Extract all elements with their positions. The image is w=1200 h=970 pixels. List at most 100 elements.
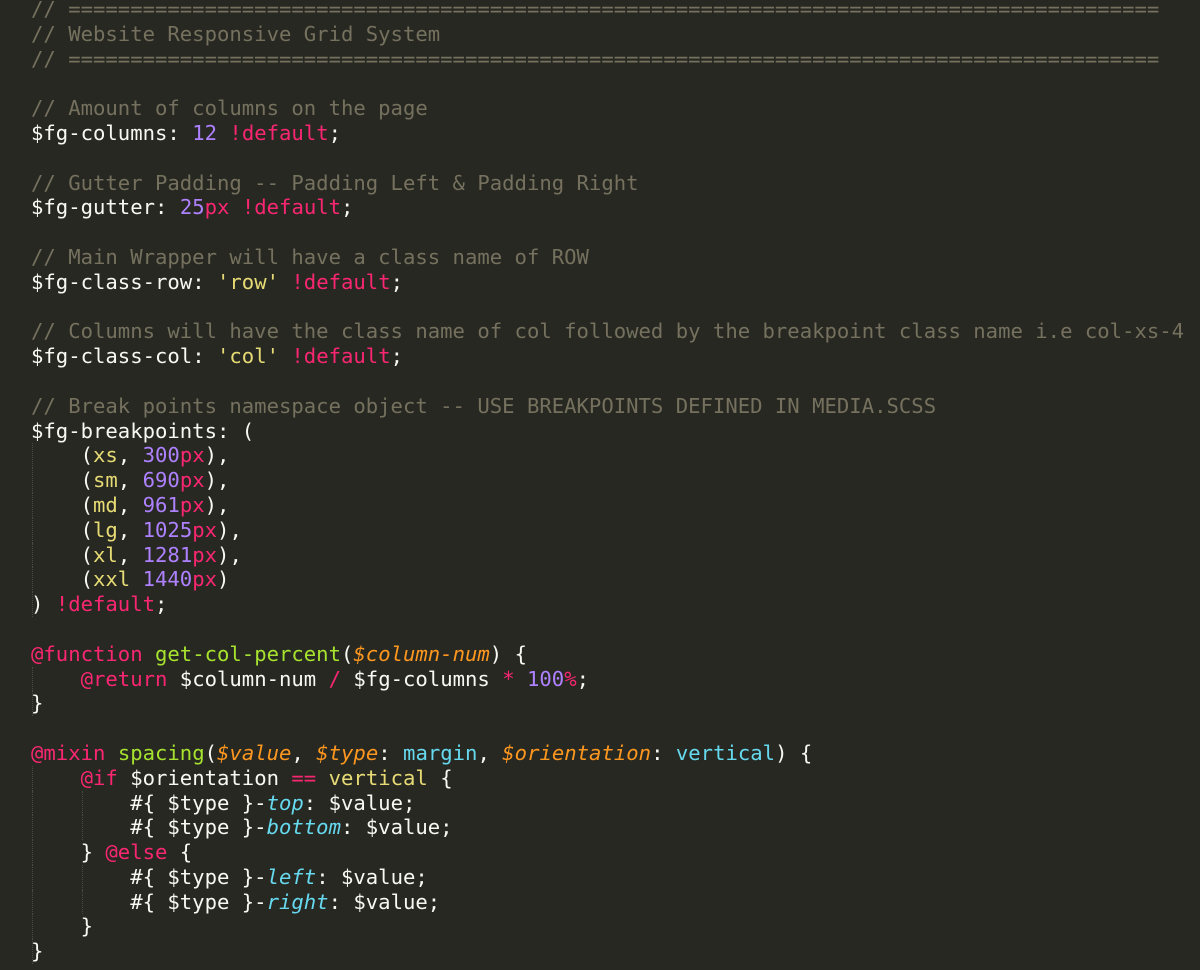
code-line: (xl, 1281px), bbox=[31, 542, 1184, 568]
code-token-plain: ) bbox=[31, 592, 56, 617]
code-token-str: 'row' bbox=[217, 269, 279, 294]
indent-guide bbox=[32, 666, 33, 692]
indent-guide bbox=[32, 765, 33, 791]
code-token-num: 690 bbox=[142, 468, 180, 493]
code-token-comment: // Columns will have the class name of c… bbox=[31, 319, 1185, 344]
code-token-plain: : bbox=[651, 740, 676, 765]
indent-guide bbox=[32, 567, 33, 593]
code-token-plain: ( bbox=[31, 443, 93, 468]
code-token-num: 961 bbox=[142, 492, 180, 517]
code-token-kw: !default bbox=[291, 344, 391, 369]
code-token-num: 1281 bbox=[142, 542, 193, 567]
code-token-unit: px bbox=[179, 443, 205, 468]
code-token-str: vertical bbox=[328, 765, 428, 790]
code-token-plain: ), bbox=[217, 517, 242, 542]
code-line: #{ $type }-right: $value; bbox=[31, 889, 1184, 915]
code-token-plain: ( bbox=[340, 641, 354, 666]
code-line: (xxl 1440px) bbox=[31, 567, 1184, 593]
code-token-prop: right bbox=[266, 889, 329, 914]
code-token-comment: // =====================================… bbox=[31, 0, 1160, 21]
code-line: (md, 961px), bbox=[31, 492, 1184, 518]
code-token-plain: ; bbox=[576, 666, 590, 691]
code-token-const: margin bbox=[403, 740, 478, 765]
code-editor[interactable]: // =====================================… bbox=[0, 0, 1200, 970]
code-line: (xs, 300px), bbox=[31, 443, 1184, 469]
code-token-comment: // =====================================… bbox=[31, 46, 1160, 71]
code-token-plain: , bbox=[117, 443, 143, 468]
code-line: $fg-class-col: 'col' !default; bbox=[31, 344, 1184, 369]
code-token-str: md bbox=[93, 492, 118, 517]
code-token-plain: , bbox=[291, 740, 317, 765]
code-line: @function get-col-percent($column-num) { bbox=[31, 642, 1184, 667]
code-token-num: 1025 bbox=[142, 517, 193, 542]
code-token-num: 25 bbox=[179, 195, 205, 220]
code-line: (lg, 1025px), bbox=[31, 517, 1184, 543]
code-line: // Gutter Padding -- Padding Left & Padd… bbox=[31, 171, 1184, 196]
code-token-unit: px bbox=[204, 195, 230, 220]
code-token-plain: #{ $type }- bbox=[31, 815, 267, 840]
code-token-plain: ; bbox=[155, 592, 168, 617]
code-token-kw: @return bbox=[80, 666, 168, 691]
code-line: // Amount of columns on the page bbox=[31, 96, 1184, 121]
code-line: // =====================================… bbox=[31, 0, 1184, 22]
code-line: @mixin spacing($value, $type: margin, $o… bbox=[31, 741, 1184, 766]
code-token-plain: { bbox=[167, 840, 193, 865]
code-token-str: xs bbox=[93, 443, 118, 468]
code-token-num: 300 bbox=[142, 443, 180, 468]
code-token-param: $value bbox=[217, 740, 292, 765]
code-line: // Main Wrapper will have a class name o… bbox=[31, 245, 1184, 270]
code-token-kw: / bbox=[328, 666, 341, 691]
code-token-str: lg bbox=[93, 517, 118, 542]
code-line: (sm, 690px), bbox=[31, 468, 1184, 493]
code-token-comment: // Website Responsive Grid System bbox=[31, 21, 441, 46]
code-token-kw: !default bbox=[229, 120, 329, 145]
code-token-plain: : bbox=[192, 269, 217, 294]
code-token-plain: ), bbox=[204, 468, 230, 493]
indent-guide bbox=[32, 492, 33, 518]
code-token-plain: : bbox=[192, 344, 217, 369]
indent-guide bbox=[32, 864, 33, 890]
code-token-str: sm bbox=[93, 468, 118, 493]
code-token-plain: $fg-columns bbox=[341, 666, 503, 691]
code-token-kw: !default bbox=[241, 195, 342, 220]
code-token-comment: // Amount of columns on the page bbox=[31, 96, 428, 121]
code-token-plain: ( bbox=[31, 492, 93, 517]
code-line: } @else { bbox=[31, 840, 1184, 865]
code-token-plain: #{ $type }- bbox=[31, 790, 267, 815]
code-token-plain: ), bbox=[204, 443, 230, 468]
code-line: @if $orientation == vertical { bbox=[31, 765, 1184, 791]
code-token-unit: % bbox=[564, 666, 577, 691]
code-token-plain: ) { bbox=[775, 740, 813, 765]
code-token-plain: ) bbox=[217, 567, 230, 592]
code-line: } bbox=[31, 691, 1184, 717]
code-token-plain: : bbox=[378, 740, 404, 765]
code-line: #{ $type }-bottom: $value; bbox=[31, 815, 1184, 841]
code-line: // Website Responsive Grid System bbox=[31, 22, 1184, 47]
code-token-param: $orientation bbox=[502, 740, 652, 765]
code-line: } bbox=[31, 914, 1184, 940]
code-token-plain: { bbox=[427, 765, 453, 790]
indent-guide bbox=[32, 840, 33, 865]
indent-guide bbox=[32, 939, 33, 965]
code-token-kw: @else bbox=[105, 840, 168, 865]
code-token-kw: @mixin bbox=[31, 740, 106, 765]
indent-guide bbox=[32, 592, 33, 617]
indent-guide bbox=[32, 468, 33, 493]
code-token-kw: * bbox=[502, 666, 515, 691]
indent-guide bbox=[32, 914, 33, 940]
code-token-var: $fg-class-row bbox=[31, 269, 193, 294]
code-token-plain: ( bbox=[204, 740, 218, 765]
code-area[interactable]: // =====================================… bbox=[31, 0, 1185, 965]
code-line: #{ $type }-top: $value; bbox=[31, 790, 1184, 816]
code-token-kw: @if bbox=[80, 765, 118, 790]
code-line: $fg-breakpoints: ( bbox=[31, 419, 1184, 444]
code-token-fn: get-col-percent bbox=[155, 641, 341, 666]
